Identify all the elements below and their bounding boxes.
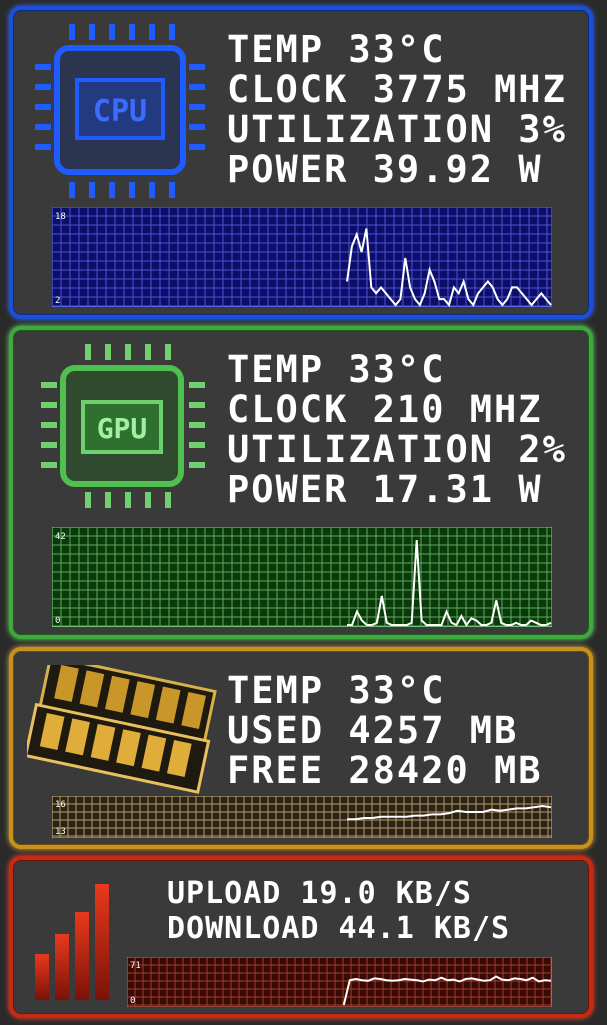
- ram-free: FREE 28420 MB: [227, 749, 543, 792]
- ram-module-icon: [27, 665, 217, 794]
- cpu-chip-icon: CPU: [35, 24, 205, 198]
- network-download: DOWNLOAD 44.1 KB/S: [167, 911, 511, 946]
- gpu-graph-svg: 42 0: [52, 527, 552, 627]
- ram-used: USED 4257 MB: [227, 709, 519, 752]
- cpu-clock: CLOCK 3775 MHZ: [227, 68, 567, 111]
- ram-graph-min-label: 13: [55, 827, 66, 837]
- network-graph-svg: 71 0: [127, 957, 552, 1007]
- cpu-temp: TEMP 33°C: [227, 28, 446, 71]
- gpu-graph-min-label: 0: [55, 616, 60, 626]
- network-graph: 71 0: [127, 957, 552, 1007]
- gpu-chip-icon: GPU: [41, 344, 205, 508]
- network-upload: UPLOAD 19.0 KB/S: [167, 876, 472, 911]
- gpu-graph-max-label: 42: [55, 532, 66, 542]
- gpu-clock: CLOCK 210 MHZ: [227, 388, 543, 431]
- cpu-graph-svg: 18 2: [52, 207, 552, 307]
- svg-text:GPU: GPU: [97, 412, 148, 445]
- network-panel: UPLOAD 19.0 KB/S DOWNLOAD 44.1 KB/S 71 0: [9, 856, 593, 1018]
- gpu-temp: TEMP 33°C: [227, 348, 446, 391]
- ram-temp: TEMP 33°C: [227, 669, 446, 712]
- network-graph-max-label: 71: [130, 961, 141, 971]
- cpu-utilization: UTILIZATION 3%: [227, 108, 567, 151]
- ram-graph-svg: 16 13: [52, 796, 552, 838]
- ram-graph: 16 13: [52, 796, 552, 838]
- cpu-graph-min-label: 2: [55, 296, 60, 306]
- gpu-panel: GPU TEMP 33°C CLOCK 210 MHZ UTILIZATION …: [9, 326, 593, 639]
- network-graph-min-label: 0: [130, 996, 135, 1006]
- cpu-graph-max-label: 18: [55, 212, 66, 222]
- cpu-graph: 18 2: [52, 207, 552, 307]
- ram-graph-max-label: 16: [55, 800, 66, 810]
- cpu-panel: CPU TEMP 33°C CLOCK 3775 MHZ UTILIZATION…: [9, 6, 593, 319]
- gpu-utilization: UTILIZATION 2%: [227, 428, 567, 471]
- gpu-power: POWER 17.31 W: [227, 468, 543, 511]
- cpu-power: POWER 39.92 W: [227, 148, 543, 191]
- ram-panel: TEMP 33°C USED 4257 MB FREE 28420 MB 16 …: [9, 647, 593, 849]
- gpu-graph: 42 0: [52, 527, 552, 627]
- svg-text:CPU: CPU: [93, 94, 147, 129]
- network-bars-icon: [35, 884, 109, 1000]
